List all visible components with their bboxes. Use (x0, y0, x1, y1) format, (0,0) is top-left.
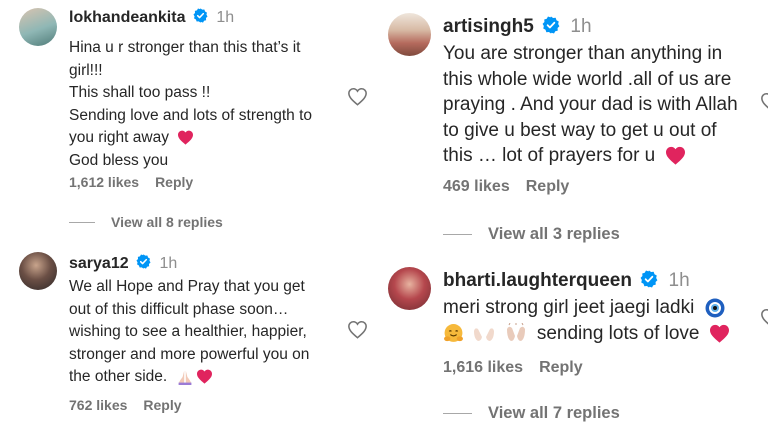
comment-line: stronger and more powerful you on (69, 345, 310, 363)
divider (69, 221, 95, 223)
comment-line-text: you right away (69, 129, 169, 146)
likes-count[interactable]: 762 likes (69, 397, 127, 413)
heart-outline-icon[interactable] (760, 92, 768, 116)
comment-line: this … lot of prayers for u (443, 143, 761, 169)
open-hands-emoji (474, 328, 495, 342)
view-replies-label: View all 7 replies (488, 404, 620, 422)
view-replies-button[interactable]: View all 3 replies (443, 225, 620, 244)
likes-count[interactable]: 1,612 likes (69, 174, 139, 190)
comment-meta: 1,616 likes Reply (443, 359, 599, 377)
red-heart-emoji (196, 370, 212, 385)
comment-header: sarya12 1h (69, 254, 178, 273)
comment-line: this whole wide world .all of us are (443, 68, 732, 90)
red-heart-emoji (665, 147, 685, 166)
verified-badge-icon (640, 270, 658, 288)
comment-line: Hina u r stronger than this that’s it (69, 39, 301, 56)
username[interactable]: bharti.laughterqueen (443, 270, 632, 291)
comment-line: the other side. (69, 366, 359, 389)
comment-time: 1h (159, 255, 178, 272)
reply-button[interactable]: Reply (526, 178, 570, 195)
comment-text: We all Hope and Pray that you get out of… (69, 276, 359, 389)
reply-button[interactable]: Reply (539, 359, 583, 376)
avatar[interactable] (388, 267, 431, 310)
comment-text: You are stronger than anything in this w… (443, 41, 761, 169)
reply-button[interactable]: Reply (143, 397, 181, 413)
heart-outline-icon[interactable] (347, 320, 368, 344)
comment-header: lokhandeankita 1h (69, 8, 235, 27)
comment-line: wishing to see a healthier, happier, (69, 323, 307, 340)
comment-meta: 469 likes Reply (443, 178, 585, 196)
comment-line: Sending love and lots of strength to (69, 106, 312, 124)
likes-count[interactable]: 469 likes (443, 178, 510, 195)
heart-outline-icon[interactable] (347, 87, 368, 111)
comment-line: to give u best way to get u out of (443, 119, 717, 141)
raising-hands-emoji (506, 323, 525, 342)
nazar-amulet-emoji (705, 298, 725, 318)
comment-line-text: sending lots of love (536, 322, 700, 344)
comment-header: bharti.laughterqueen 1h (443, 270, 690, 292)
red-heart-emoji (178, 131, 194, 146)
divider (443, 234, 472, 235)
comment-meta: 1,612 likes Reply (69, 174, 209, 190)
verified-badge-icon (136, 254, 151, 269)
view-replies-label: View all 8 replies (111, 214, 223, 230)
view-replies-button[interactable]: View all 8 replies (69, 214, 223, 230)
comment-line-text: meri strong girl jeet jaegi ladki (443, 297, 695, 318)
heart-outline-icon[interactable] (760, 308, 768, 332)
username[interactable]: artisingh5 (443, 16, 534, 37)
divider (443, 413, 472, 414)
verified-badge-icon (542, 16, 560, 34)
comment-line: meri strong girl jeet jaegi ladki (443, 295, 761, 321)
likes-count[interactable]: 1,616 likes (443, 359, 523, 376)
verified-badge-icon (193, 8, 208, 23)
reply-button[interactable]: Reply (155, 174, 193, 190)
comment-line: This shall too pass !! (69, 84, 211, 101)
comment-line-text: this … lot of prayers for u (443, 145, 656, 166)
red-heart-emoji (709, 324, 729, 343)
comment-line: We all Hope and Pray that you get (69, 278, 305, 295)
comment-line: God bless you (69, 151, 169, 169)
comment-line: girl!!! (69, 61, 103, 79)
comment-text: meri strong girl jeet jaegi ladki sendin… (443, 295, 761, 346)
comment-line: you right away (69, 127, 359, 150)
comment-line: out of this difficult phase soon… (69, 300, 289, 318)
comment-line: sending lots of love (443, 321, 761, 347)
avatar[interactable] (388, 13, 431, 56)
comment-header: artisingh5 1h (443, 16, 592, 38)
comment-line: You are stronger than anything in (443, 43, 723, 64)
username[interactable]: sarya12 (69, 255, 129, 272)
comment-line-text: the other side. (69, 368, 168, 385)
comment-text: Hina u r stronger than this that’s it gi… (69, 37, 359, 172)
comment-time: 1h (216, 9, 235, 26)
comment-time: 1h (570, 16, 592, 37)
view-replies-button[interactable]: View all 7 replies (443, 404, 620, 423)
avatar[interactable] (19, 8, 57, 46)
comment-line: praying . And your dad is with Allah (443, 94, 738, 115)
comment-meta: 762 likes Reply (69, 397, 198, 413)
view-replies-label: View all 3 replies (488, 225, 620, 243)
username[interactable]: lokhandeankita (69, 9, 185, 26)
avatar[interactable] (19, 252, 57, 290)
comment-time: 1h (668, 270, 690, 291)
hugging-face-emoji (444, 324, 463, 342)
praying-hands-emoji (178, 370, 191, 385)
